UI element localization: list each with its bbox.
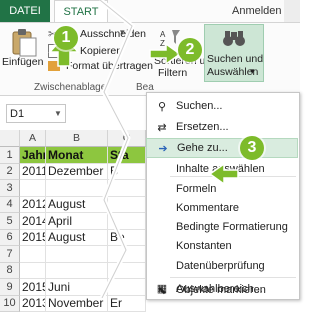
step-badge-3: 3 bbox=[240, 136, 264, 160]
step-badge-1: 1 bbox=[54, 26, 78, 50]
step-badge-2: 2 bbox=[178, 38, 202, 62]
